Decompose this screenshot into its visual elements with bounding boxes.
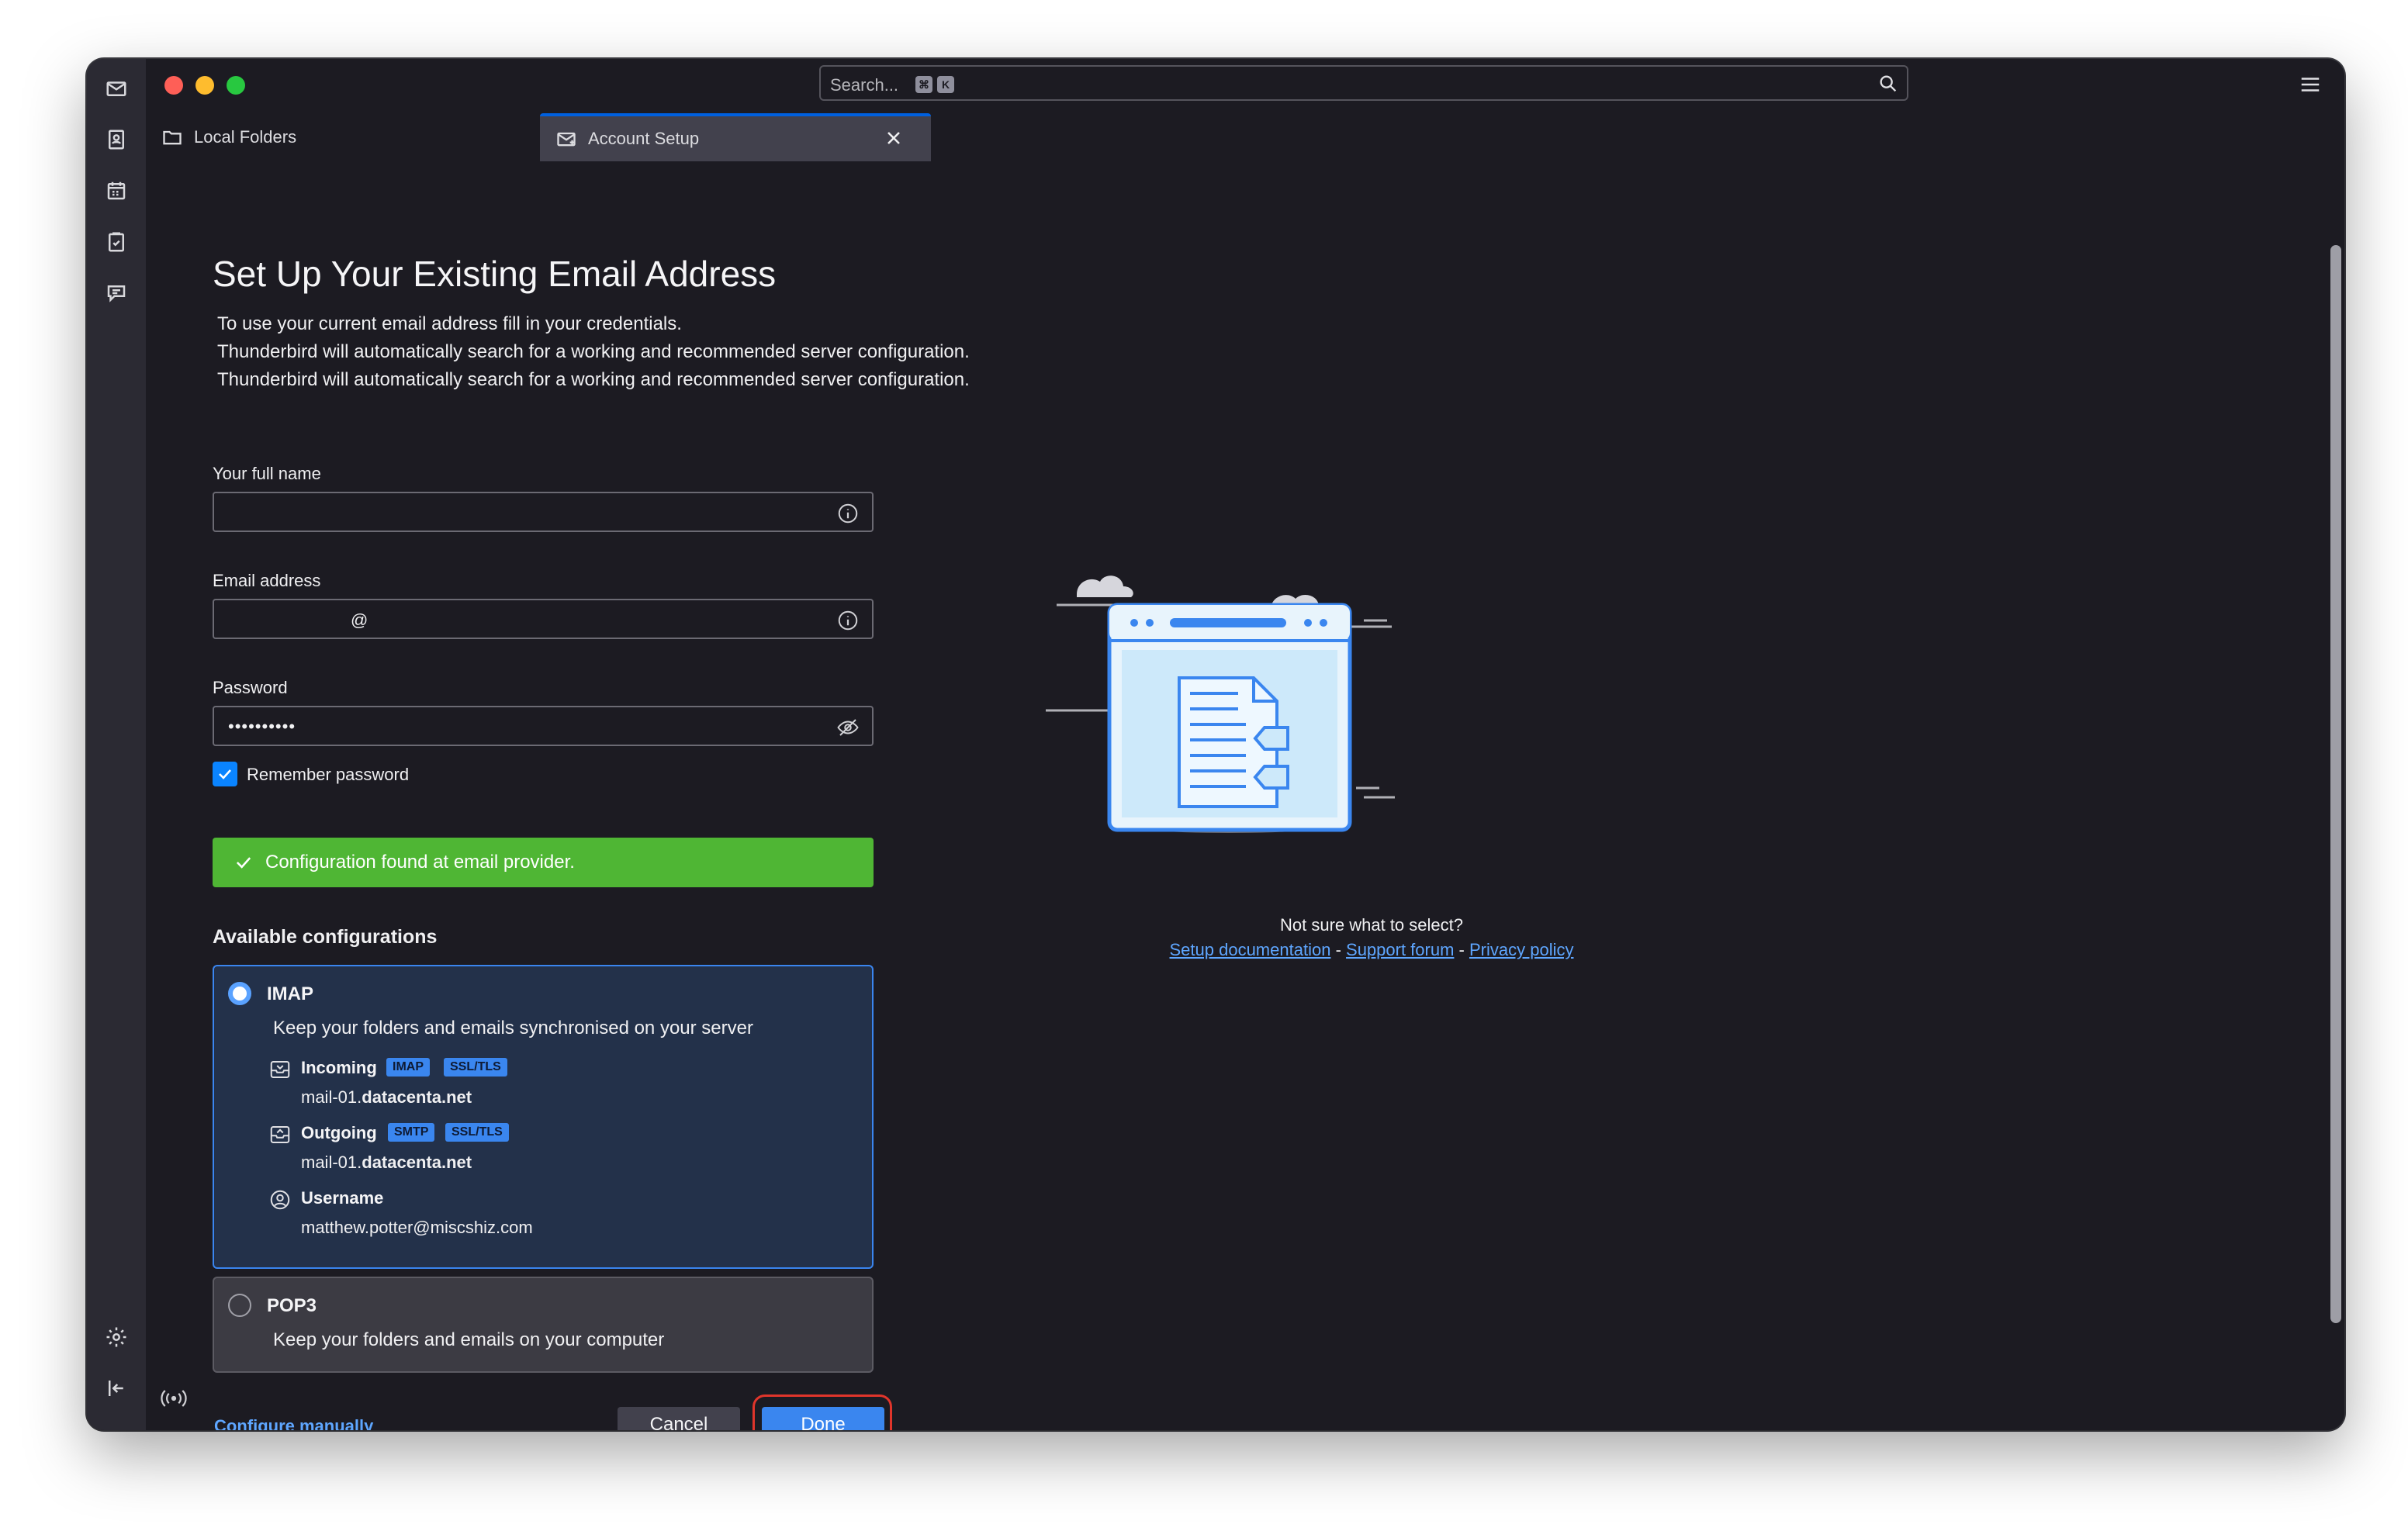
incoming-server-icon xyxy=(270,1061,290,1078)
address-book-icon xyxy=(109,130,124,150)
incoming-label: Incoming xyxy=(301,1058,377,1077)
address-book-button[interactable] xyxy=(101,124,132,155)
tab-bar: Local Folders Account Setup xyxy=(146,110,2344,166)
title-bar: Search... ⌘ K xyxy=(146,59,2344,110)
configure-manually-link[interactable]: Configure manually xyxy=(214,1416,373,1430)
info-icon[interactable] xyxy=(836,609,860,632)
setup-documentation-link[interactable]: Setup documentation xyxy=(1170,940,1331,959)
spaces-toolbar xyxy=(87,59,146,1430)
shortcut-key-k: K xyxy=(937,76,954,93)
minimize-window-button[interactable] xyxy=(195,76,214,95)
outgoing-security-badge: SSL/TLS xyxy=(445,1123,509,1142)
gear-icon xyxy=(106,1327,126,1347)
hamburger-menu-icon[interactable] xyxy=(2298,73,2323,96)
full-name-input[interactable] xyxy=(213,492,874,532)
username-label: Username xyxy=(301,1188,384,1208)
intro-line-3: Thunderbird will automatically search fo… xyxy=(217,369,970,390)
collapse-left-icon xyxy=(109,1381,123,1396)
vertical-scrollbar[interactable] xyxy=(2330,245,2341,1323)
cancel-button[interactable]: Cancel xyxy=(618,1407,740,1430)
link-separator: - xyxy=(1458,940,1465,959)
pop3-radio[interactable] xyxy=(228,1294,251,1317)
pop3-title: POP3 xyxy=(267,1295,317,1316)
email-label: Email address xyxy=(213,571,321,590)
email-value: @ xyxy=(351,610,368,630)
username-value: matthew.potter@miscshiz.com xyxy=(301,1218,533,1237)
user-icon xyxy=(270,1190,290,1210)
close-window-button[interactable] xyxy=(164,76,183,95)
help-links: Setup documentation - Support forum - Pr… xyxy=(1092,940,1651,960)
tasks-button[interactable] xyxy=(101,226,132,257)
password-value: •••••••••• xyxy=(228,717,296,736)
eye-slash-icon[interactable] xyxy=(836,716,860,739)
app-window: Search... ⌘ K Local Folders Account Setu… xyxy=(87,59,2344,1430)
imap-config-option[interactable]: IMAP Keep your folders and emails synchr… xyxy=(213,965,874,1269)
chat-icon xyxy=(107,285,126,302)
online-status-icon[interactable] xyxy=(158,1387,189,1410)
search-placeholder: Search... xyxy=(830,75,899,95)
intro-line-2: Thunderbird will automatically search fo… xyxy=(217,341,970,362)
imap-title: IMAP xyxy=(267,983,313,1004)
pop3-description: Keep your folders and emails on your com… xyxy=(273,1329,665,1350)
info-icon[interactable] xyxy=(836,502,860,525)
incoming-host-prefix: mail-01. xyxy=(301,1087,362,1107)
zoom-window-button[interactable] xyxy=(227,76,245,95)
calendar-button[interactable] xyxy=(101,175,132,206)
tab-account-setup[interactable]: Account Setup xyxy=(540,113,931,161)
account-setup-illustration xyxy=(1046,575,1395,833)
incoming-security-badge: SSL/TLS xyxy=(444,1058,507,1077)
global-search-bar[interactable]: Search... ⌘ K xyxy=(819,65,1908,101)
search-icon[interactable] xyxy=(1877,73,1899,95)
incoming-host: mail-01.datacenta.net xyxy=(301,1087,472,1108)
outgoing-label: Outgoing xyxy=(301,1123,377,1142)
collapse-toolbar-button[interactable] xyxy=(101,1373,132,1404)
outgoing-server-icon xyxy=(270,1126,290,1143)
outgoing-protocol-badge: SMTP xyxy=(388,1123,435,1142)
checkmark-icon xyxy=(236,857,251,869)
outgoing-host-domain: datacenta.net xyxy=(362,1153,472,1172)
remember-password-label[interactable]: Remember password xyxy=(247,765,409,785)
imap-radio[interactable] xyxy=(228,982,251,1005)
checkmark-icon xyxy=(219,769,231,779)
available-configurations-heading: Available configurations xyxy=(213,926,438,948)
close-icon[interactable] xyxy=(883,127,905,149)
shortcut-key-command: ⌘ xyxy=(915,76,932,93)
folder-icon xyxy=(163,130,182,145)
support-forum-link[interactable]: Support forum xyxy=(1346,940,1454,959)
imap-description: Keep your folders and emails synchronise… xyxy=(273,1018,753,1039)
account-setup-page: Set Up Your Existing Email Address To us… xyxy=(146,163,2344,1430)
done-button[interactable]: Done xyxy=(762,1407,884,1430)
link-separator: - xyxy=(1335,940,1341,959)
outgoing-host-prefix: mail-01. xyxy=(301,1153,362,1172)
pop3-config-option[interactable]: POP3 Keep your folders and emails on you… xyxy=(213,1277,874,1373)
mail-icon xyxy=(106,81,126,96)
help-question: Not sure what to select? xyxy=(1279,915,1463,935)
incoming-protocol-badge: IMAP xyxy=(386,1058,430,1077)
incoming-host-domain: datacenta.net xyxy=(362,1087,472,1107)
tab-label: Local Folders xyxy=(194,127,297,147)
full-name-label: Your full name xyxy=(213,464,321,483)
outgoing-host: mail-01.datacenta.net xyxy=(301,1153,472,1173)
tab-local-folders[interactable]: Local Folders xyxy=(146,113,540,161)
privacy-policy-link[interactable]: Privacy policy xyxy=(1469,940,1573,959)
page-title: Set Up Your Existing Email Address xyxy=(213,254,777,294)
mail-setup-icon xyxy=(557,132,576,147)
intro-line-1: To use your current email address fill i… xyxy=(217,313,682,334)
tasks-icon xyxy=(109,232,124,252)
chat-button[interactable] xyxy=(101,278,132,309)
config-found-banner: Configuration found at email provider. xyxy=(213,838,874,887)
tab-label: Account Setup xyxy=(588,129,700,148)
remember-password-checkbox[interactable] xyxy=(213,762,237,786)
config-found-message: Configuration found at email provider. xyxy=(265,852,575,873)
mail-space-button[interactable] xyxy=(101,73,132,104)
password-label: Password xyxy=(213,678,288,697)
settings-button[interactable] xyxy=(101,1322,132,1353)
calendar-icon xyxy=(107,181,126,200)
password-input[interactable]: •••••••••• xyxy=(213,706,874,746)
email-input[interactable]: @ xyxy=(213,599,874,639)
